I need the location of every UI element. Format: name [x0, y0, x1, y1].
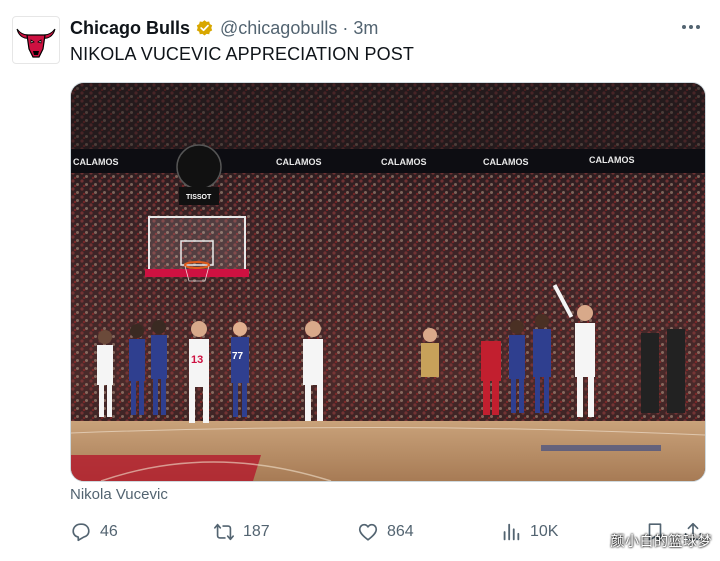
like-button[interactable]: 864 — [357, 520, 414, 544]
repost-count: 187 — [243, 523, 270, 540]
watermark: 颜小白的篮球梦 — [610, 533, 712, 549]
repost-button[interactable]: 187 — [213, 520, 270, 544]
tweet-header: Chicago Bulls @chicagobulls · 3m — [70, 16, 378, 40]
reply-icon — [72, 523, 90, 542]
banner-text-5: CALAMOS — [589, 155, 635, 165]
views-icon — [503, 523, 520, 541]
banner-text-3: CALAMOS — [381, 157, 427, 167]
scoreboard-sponsor: TISSOT — [186, 194, 212, 201]
repost-icon — [214, 523, 234, 541]
media-caption: Nikola Vucevic — [70, 486, 168, 503]
jersey-number-77: 77 — [232, 351, 244, 362]
tweet-photo[interactable]: CALAMOS CALAMOS CALAMOS CALAMOS CALAMOS … — [70, 82, 706, 482]
avatar[interactable] — [12, 16, 60, 64]
jersey-number-13: 13 — [191, 354, 203, 366]
like-icon — [358, 523, 378, 541]
views-button[interactable]: 10K — [500, 520, 558, 544]
banner-text-2: CALAMOS — [276, 157, 322, 167]
views-count: 10K — [530, 523, 559, 540]
author-name[interactable]: Chicago Bulls — [70, 18, 190, 39]
reply-button[interactable]: 46 — [70, 520, 118, 544]
verified-badge-icon — [196, 19, 213, 36]
tweet[interactable]: Chicago Bulls @chicagobulls · 3m NIKOLA … — [0, 0, 720, 561]
like-count: 864 — [387, 523, 414, 540]
banner-text-1: CALAMOS — [73, 157, 119, 167]
banner-text-4: CALAMOS — [483, 157, 529, 167]
bulls-logo-icon — [16, 28, 56, 58]
more-icon[interactable] — [680, 18, 702, 36]
basketball-arena-photo: CALAMOS CALAMOS CALAMOS CALAMOS CALAMOS … — [71, 83, 705, 481]
reply-count: 46 — [100, 523, 118, 540]
author-handle-time[interactable]: @chicagobulls · 3m — [220, 18, 378, 39]
tweet-text: NIKOLA VUCEVIC APPRECIATION POST — [70, 44, 414, 64]
